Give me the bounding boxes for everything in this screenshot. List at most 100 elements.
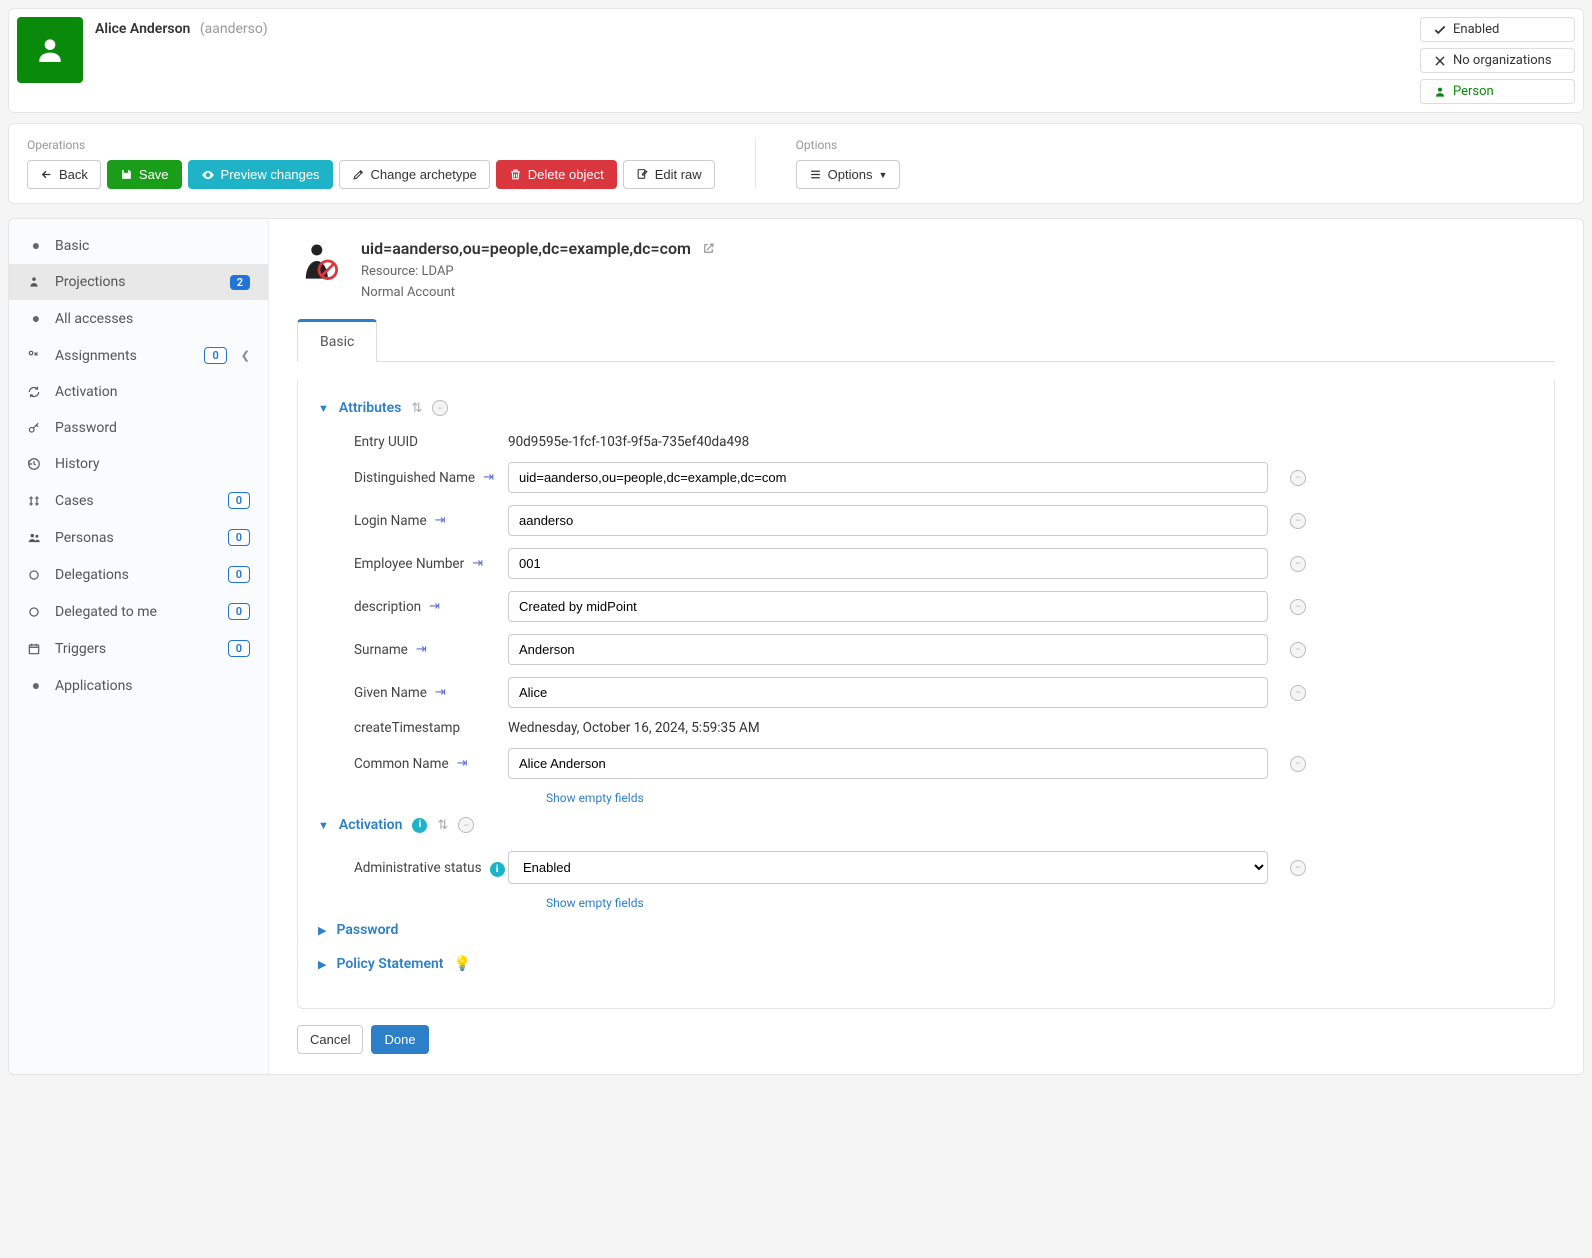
section-attributes-toggle[interactable]: ▼ Attributes ⇅ − (318, 394, 1534, 428)
circle-icon: ● (27, 237, 45, 254)
section-password-toggle[interactable]: ▶ Password (318, 916, 1534, 950)
section-activation-toggle[interactable]: ▼ Activation i ⇅ − (318, 811, 1534, 845)
remove-login-button[interactable]: − (1290, 513, 1306, 529)
caret-right-icon: ▶ (318, 924, 326, 937)
edit-icon (352, 168, 365, 181)
sidebar-item-cases[interactable]: Cases0 (9, 482, 268, 519)
person-archetype-badge[interactable]: Person (1420, 79, 1575, 104)
employee-number-input[interactable] (508, 548, 1268, 579)
section-policy-toggle[interactable]: ▶ Policy Statement 💡 (318, 950, 1534, 984)
enabled-badge[interactable]: Enabled (1420, 17, 1575, 42)
history-icon (27, 457, 45, 471)
sidebar-item-triggers[interactable]: Triggers0 (9, 630, 268, 667)
outbound-icon: ⇥ (472, 556, 483, 571)
sidebar-item-basic[interactable]: ●Basic (9, 227, 268, 264)
remove-cn-button[interactable]: − (1290, 756, 1306, 772)
surname-label: Surname (354, 642, 408, 658)
common-name-input[interactable] (508, 748, 1268, 779)
key-icon (27, 421, 45, 435)
outbound-icon: ⇥ (435, 513, 446, 528)
sidebar-item-projections[interactable]: Projections2 (9, 264, 268, 300)
external-link-icon[interactable] (701, 241, 716, 256)
circle-outline-icon (27, 568, 45, 582)
admin-status-select[interactable]: Enabled (508, 851, 1268, 884)
dn-input[interactable] (508, 462, 1268, 493)
show-empty-activation-link[interactable]: Show empty fields (318, 890, 1534, 916)
no-organizations-badge[interactable]: No organizations (1420, 48, 1575, 73)
edit-raw-button[interactable]: Edit raw (623, 160, 715, 189)
collapse-icon[interactable]: − (458, 817, 474, 833)
cancel-button[interactable]: Cancel (297, 1025, 363, 1054)
sidebar-item-activation[interactable]: Activation (9, 374, 268, 410)
remove-admin-status-button[interactable]: − (1290, 860, 1306, 876)
employee-number-label: Employee Number (354, 556, 464, 572)
outbound-icon: ⇥ (457, 756, 468, 771)
sidebar-item-delegations[interactable]: Delegations0 (9, 556, 268, 593)
user-login-id: (aanderso) (200, 21, 268, 37)
projection-icon (297, 239, 345, 287)
entry-uuid-label: Entry UUID (318, 434, 508, 450)
assignment-icon (27, 349, 45, 363)
remove-surname-button[interactable]: − (1290, 642, 1306, 658)
circle-icon: ● (27, 677, 45, 694)
save-button[interactable]: Save (107, 160, 182, 189)
cases-count: 0 (228, 492, 250, 509)
login-input[interactable] (508, 505, 1268, 536)
recycle-icon (27, 385, 45, 399)
account-type-label: Normal Account (361, 285, 716, 300)
person-icon (1433, 85, 1447, 99)
description-input[interactable] (508, 591, 1268, 622)
tab-basic[interactable]: Basic (297, 319, 377, 362)
remove-desc-button[interactable]: − (1290, 599, 1306, 615)
user-display-name: Alice Anderson (95, 21, 190, 37)
caret-right-icon: ▶ (318, 958, 326, 971)
projections-count: 2 (230, 275, 250, 290)
surname-input[interactable] (508, 634, 1268, 665)
outbound-icon: ⇥ (435, 685, 446, 700)
projection-header: uid=aanderso,ou=people,dc=example,dc=com… (297, 239, 1555, 300)
sidebar-item-assignments[interactable]: Assignments0❮ (9, 337, 268, 374)
create-timestamp-label: createTimestamp (318, 720, 508, 736)
sidebar-item-password[interactable]: Password (9, 410, 268, 446)
collapse-icon[interactable]: − (432, 400, 448, 416)
operations-label: Operations (27, 138, 715, 152)
show-empty-attributes-link[interactable]: Show empty fields (318, 785, 1534, 811)
menu-icon (809, 168, 822, 181)
sort-icon[interactable]: ⇅ (437, 818, 448, 833)
entry-uuid-value: 90d9595e-1fcf-103f-9f5a-735ef40da498 (508, 434, 749, 450)
person-icon (27, 275, 45, 289)
resource-label: Resource: LDAP (361, 264, 716, 279)
operations-bar: Operations Back Save Preview changes Cha… (8, 123, 1584, 204)
bulb-icon: 💡 (454, 956, 471, 972)
back-button[interactable]: Back (27, 160, 101, 189)
sidebar-item-history[interactable]: History (9, 446, 268, 482)
sidebar-item-all-accesses[interactable]: ●All accesses (9, 300, 268, 337)
done-button[interactable]: Done (371, 1025, 428, 1054)
options-label: Options (796, 138, 901, 152)
personas-count: 0 (228, 529, 250, 546)
outbound-icon: ⇥ (416, 642, 427, 657)
sort-icon[interactable]: ⇅ (411, 401, 422, 416)
info-icon[interactable]: i (490, 862, 505, 877)
close-icon (1433, 54, 1447, 68)
options-dropdown-button[interactable]: Options ▼ (796, 160, 901, 189)
change-archetype-button[interactable]: Change archetype (339, 160, 490, 189)
delete-object-button[interactable]: Delete object (496, 160, 617, 189)
remove-dn-button[interactable]: − (1290, 470, 1306, 486)
circle-icon: ● (27, 310, 45, 327)
login-label: Login Name (354, 513, 427, 529)
trash-icon (509, 168, 522, 181)
remove-given-button[interactable]: − (1290, 685, 1306, 701)
remove-emp-button[interactable]: − (1290, 556, 1306, 572)
info-icon[interactable]: i (412, 818, 427, 833)
admin-status-label: Administrative status (354, 860, 482, 876)
triggers-count: 0 (228, 640, 250, 657)
projection-dn: uid=aanderso,ou=people,dc=example,dc=com (361, 239, 691, 258)
cases-icon (27, 494, 45, 508)
preview-changes-button[interactable]: Preview changes (188, 160, 333, 189)
sidebar-item-delegated-to-me[interactable]: Delegated to me0 (9, 593, 268, 630)
sidebar-item-applications[interactable]: ●Applications (9, 667, 268, 704)
assignments-count: 0 (204, 347, 226, 364)
sidebar-item-personas[interactable]: Personas0 (9, 519, 268, 556)
given-name-input[interactable] (508, 677, 1268, 708)
